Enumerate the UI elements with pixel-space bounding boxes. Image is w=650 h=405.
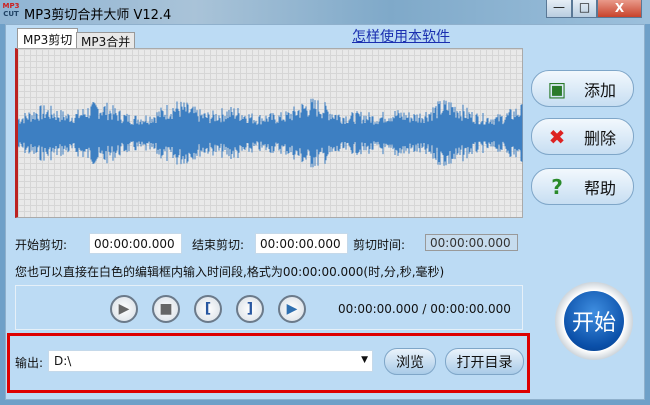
stop-button[interactable]: ■ [152,295,180,323]
waveform [17,98,523,168]
mark-start-button[interactable]: [ [194,295,222,323]
duration-value: 00:00:00.000 [425,234,518,251]
play-button[interactable]: ▶ [110,295,138,323]
duration-label: 剪切时间: [353,238,406,252]
play-selection-icon: ▶ [286,301,298,317]
start-button[interactable]: 开始 [555,282,633,360]
chevron-down-icon[interactable]: ▼ [361,355,368,365]
film-add-icon: ▣ [547,76,567,101]
hint-text: 您也可以直接在白色的编辑框内输入时间段,格式为00:00:00.000(时,分,… [15,265,445,279]
app-logo: MP3 CUT [2,2,20,18]
waveform-trace [17,98,523,168]
bracket-right-icon: ] [246,301,254,317]
open-directory-button[interactable]: 打开目录 [445,348,524,375]
close-button[interactable]: X [597,0,642,18]
tab-mp3-merge[interactable]: MP3合并 [76,32,136,49]
stop-icon: ■ [159,301,173,317]
add-button[interactable]: ▣ 添加 [531,70,634,107]
start-cut-label: 开始剪切: [15,238,68,252]
add-label: 添加 [584,80,617,100]
red-x-icon: ✖ [548,124,566,149]
end-cut-label: 结束剪切: [192,238,245,252]
bracket-left-icon: [ [204,301,212,317]
help-button[interactable]: ? 帮助 [531,168,634,205]
tab-mp3-cut[interactable]: MP3剪切 [17,28,79,48]
start-button-label: 开始 [564,291,624,351]
window-title: MP3剪切合并大师 V12.4 [24,8,172,23]
output-path-value: D:\ [54,354,72,368]
help-link[interactable]: 怎样使用本软件 [352,26,450,46]
playback-time: 00:00:00.000 / 00:00:00.000 [338,302,511,316]
start-cut-input[interactable]: 00:00:00.000 [89,233,182,254]
browse-button[interactable]: 浏览 [384,348,436,375]
play-selection-button[interactable]: ▶ [278,295,306,323]
output-label: 输出: [15,356,44,370]
help-label: 帮助 [584,178,617,198]
help-icon: ? [551,174,563,199]
maximize-button[interactable]: □ [572,0,597,18]
play-icon: ▶ [118,301,130,317]
mark-end-button[interactable]: ] [236,295,264,323]
delete-label: 删除 [584,128,617,148]
delete-button[interactable]: ✖ 删除 [531,118,634,155]
end-cut-input[interactable]: 00:00:00.000 [255,233,348,254]
minimize-button[interactable]: — [546,0,572,18]
output-path-select[interactable]: D:\ ▼ [48,350,373,372]
waveform-panel[interactable] [15,48,523,218]
